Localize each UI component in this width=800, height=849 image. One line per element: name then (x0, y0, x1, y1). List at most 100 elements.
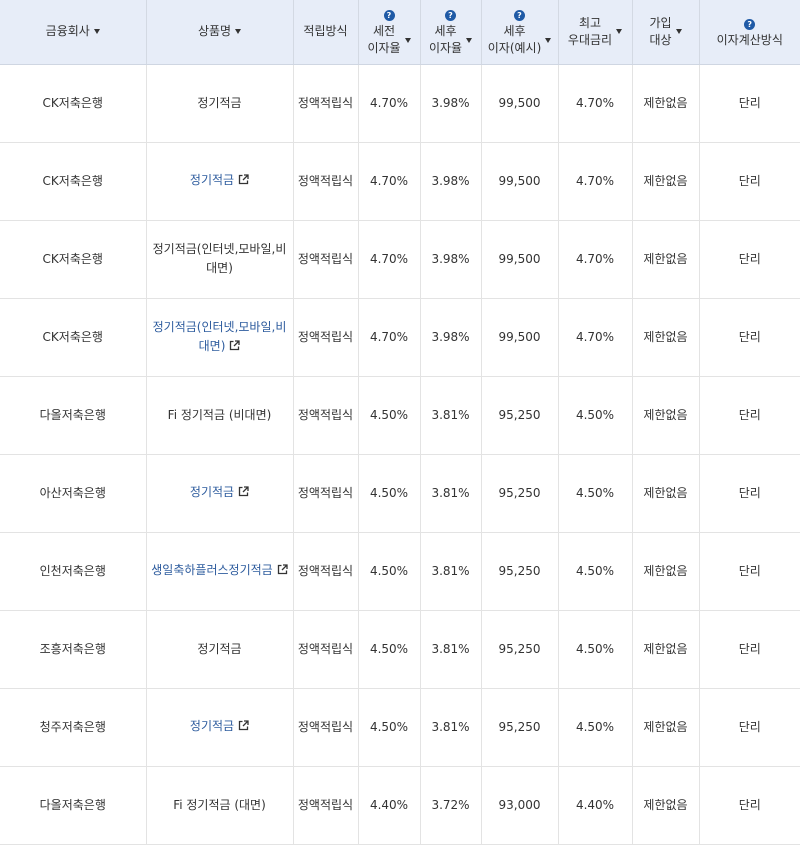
table-row: 조흥저축은행 정기적금 정액적립식 4.50% 3.81% 95,250 4.50% 제한없음… (0, 610, 800, 689)
method-cell: 정액적립식 (293, 220, 359, 299)
method-cell: 정액적립식 (293, 376, 359, 455)
product-link[interactable]: 생일축하플러스정기적금 (151, 563, 288, 577)
method-cell: 정액적립식 (293, 142, 359, 221)
join-target-cell: 제한없음 (632, 376, 700, 455)
header-company[interactable]: 금융회사 (0, 0, 147, 65)
pre-tax-rate-cell: 4.70% (358, 220, 421, 299)
product-cell: 정기적금(인터넷,모바일,비대면) (146, 220, 294, 299)
header-method: 적립방식 (293, 0, 359, 65)
company-cell: 다올저축은행 (0, 376, 147, 455)
after-tax-interest-cell: 95,250 (481, 376, 559, 455)
company-cell: 다올저축은행 (0, 766, 147, 845)
table-header-row: 금융회사 상품명 적립방식 ? 세전 이자율 ? 세후 이자율 ? 세후 이자(예시)… (0, 0, 800, 65)
sort-caret-icon (93, 29, 100, 35)
interest-calc-cell: 단리 (699, 64, 800, 143)
savings-product-table: 금융회사 상품명 적립방식 ? 세전 이자율 ? 세후 이자율 ? 세후 이자(예시)… (0, 0, 800, 845)
after-tax-rate-cell: 3.98% (420, 64, 482, 143)
external-link-icon[interactable] (277, 562, 288, 581)
help-icon[interactable]: ? (514, 10, 525, 22)
method-cell: 정액적립식 (293, 64, 359, 143)
max-rate-cell: 4.50% (558, 454, 633, 533)
interest-calc-cell: 단리 (699, 454, 800, 533)
max-rate-cell: 4.70% (558, 142, 633, 221)
after-tax-interest-cell: 99,500 (481, 64, 559, 143)
after-tax-rate-cell: 3.81% (420, 454, 482, 533)
pre-tax-rate-cell: 4.50% (358, 532, 421, 611)
pre-tax-rate-cell: 4.70% (358, 142, 421, 221)
pre-tax-rate-cell: 4.40% (358, 766, 421, 845)
company-cell: CK저축은행 (0, 220, 147, 299)
header-pre-tax-rate[interactable]: ? 세전 이자율 (358, 0, 421, 65)
interest-calc-cell: 단리 (699, 376, 800, 455)
table-row: 다올저축은행 Fi 정기적금 (비대면) 정액적립식 4.50% 3.81% 95,250… (0, 376, 800, 455)
header-max-rate[interactable]: 최고 우대금리 (558, 0, 633, 65)
header-after-tax-rate[interactable]: ? 세후 이자율 (420, 0, 482, 65)
after-tax-rate-cell: 3.98% (420, 220, 482, 299)
after-tax-rate-cell: 3.81% (420, 688, 482, 767)
after-tax-rate-cell: 3.72% (420, 766, 482, 845)
interest-calc-cell: 단리 (699, 688, 800, 767)
table-row: 다올저축은행 Fi 정기적금 (대면) 정액적립식 4.40% 3.72% 93,000 4… (0, 766, 800, 845)
help-icon[interactable]: ? (383, 10, 395, 22)
external-link-icon[interactable] (238, 718, 249, 737)
pre-tax-rate-cell: 4.70% (358, 64, 421, 143)
after-tax-interest-cell: 95,250 (481, 532, 559, 611)
sort-caret-icon (545, 37, 552, 43)
external-link-icon[interactable] (238, 484, 249, 503)
after-tax-interest-cell: 95,250 (481, 688, 559, 767)
method-cell: 정액적립식 (293, 454, 359, 533)
header-calc-label: 이자계산방식 (716, 32, 783, 47)
company-cell: CK저축은행 (0, 64, 147, 143)
external-link-icon[interactable] (229, 338, 241, 357)
help-icon[interactable]: ? (744, 18, 756, 30)
company-cell: 인천저축은행 (0, 532, 147, 611)
company-cell: 조흥저축은행 (0, 610, 147, 689)
max-rate-cell: 4.70% (558, 298, 633, 377)
join-target-cell: 제한없음 (632, 64, 700, 143)
sort-caret-icon (675, 29, 682, 35)
after-tax-interest-cell: 95,250 (481, 454, 559, 533)
product-cell: 정기적금 (146, 64, 294, 143)
method-cell: 정액적립식 (293, 298, 359, 377)
max-rate-cell: 4.70% (558, 64, 633, 143)
header-after-tax-interest[interactable]: ? 세후 이자(예시) (481, 0, 559, 65)
join-target-cell: 제한없음 (632, 532, 700, 611)
interest-calc-cell: 단리 (699, 766, 800, 845)
product-cell: 정기적금 (146, 454, 294, 533)
external-link-icon[interactable] (238, 172, 249, 191)
table-row: CK저축은행 정기적금(인터넷,모바일,비대면) 정액적립식 4.70% 3.98% 99… (0, 298, 800, 377)
max-rate-cell: 4.50% (558, 610, 633, 689)
method-cell: 정액적립식 (293, 532, 359, 611)
sort-caret-icon (235, 29, 242, 35)
table-row: 인천저축은행 생일축하플러스정기적금 정액적립식 4.50% 3.81% 95,250 4.… (0, 532, 800, 611)
join-target-cell: 제한없음 (632, 766, 700, 845)
after-tax-rate-cell: 3.81% (420, 610, 482, 689)
company-cell: CK저축은행 (0, 142, 147, 221)
after-tax-rate-cell: 3.81% (420, 376, 482, 455)
product-link[interactable]: 정기적금(인터넷,모바일,비대면) (153, 320, 287, 353)
header-product[interactable]: 상품명 (146, 0, 294, 65)
method-cell: 정액적립식 (293, 688, 359, 767)
header-product-label: 상품명 (197, 24, 232, 39)
max-rate-cell: 4.40% (558, 766, 633, 845)
join-target-cell: 제한없음 (632, 220, 700, 299)
product-link[interactable]: 정기적금 (190, 719, 249, 733)
after-tax-interest-cell: 99,500 (481, 220, 559, 299)
interest-calc-cell: 단리 (699, 220, 800, 299)
table-row: 청주저축은행 정기적금 정액적립식 4.50% 3.81% 95,250 4.50% 제한없음… (0, 688, 800, 767)
product-link[interactable]: 정기적금 (190, 485, 249, 499)
product-link[interactable]: 정기적금 (190, 173, 249, 187)
table-row: 아산저축은행 정기적금 정액적립식 4.50% 3.81% 95,250 4.50% 제한없음… (0, 454, 800, 533)
header-company-label: 금융회사 (45, 24, 90, 39)
header-method-label: 적립방식 (303, 24, 348, 39)
after-tax-interest-cell: 95,250 (481, 610, 559, 689)
after-tax-rate-cell: 3.98% (420, 298, 482, 377)
product-cell: Fi 정기적금 (대면) (146, 766, 294, 845)
help-icon[interactable]: ? (445, 10, 456, 22)
max-rate-cell: 4.50% (558, 532, 633, 611)
sort-caret-icon (616, 29, 623, 35)
pre-tax-rate-cell: 4.70% (358, 298, 421, 377)
header-join-target[interactable]: 가입 대상 (632, 0, 700, 65)
table-row: CK저축은행 정기적금(인터넷,모바일,비대면) 정액적립식 4.70% 3.98% 99… (0, 220, 800, 299)
company-cell: 청주저축은행 (0, 688, 147, 767)
